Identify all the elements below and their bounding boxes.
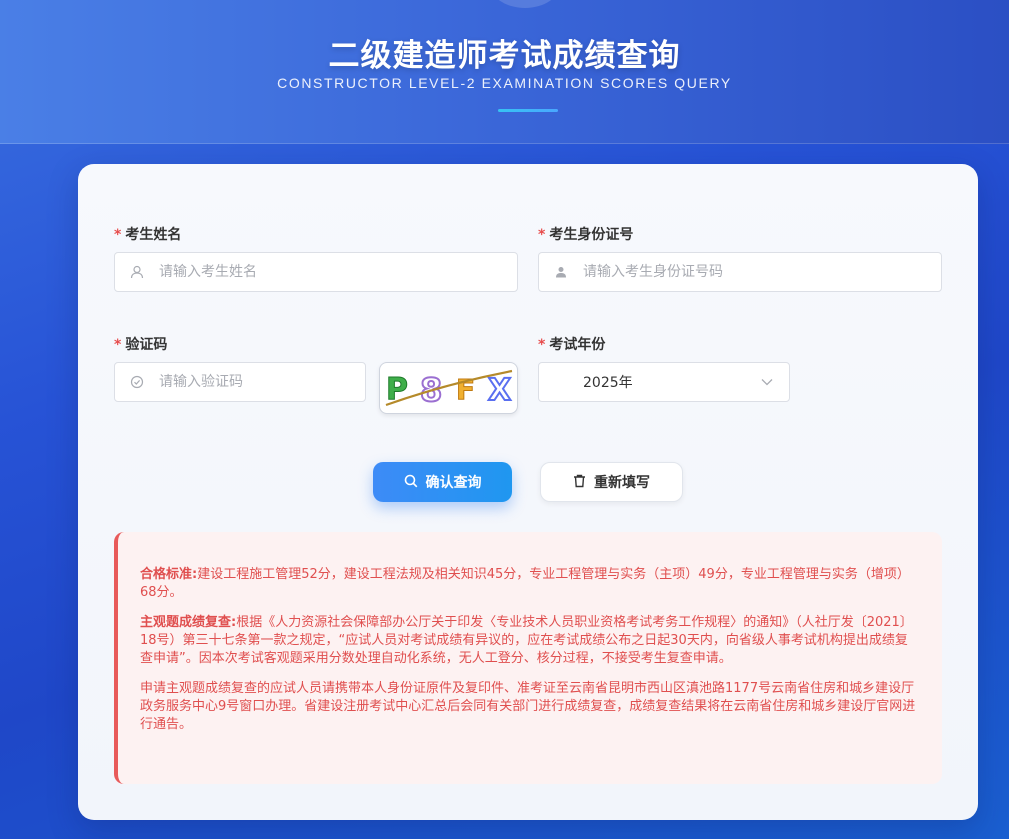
year-selected-value: 2025年 bbox=[583, 375, 633, 391]
check-circle-icon bbox=[115, 362, 159, 402]
name-label: * 考生姓名 bbox=[114, 227, 182, 243]
submit-query-label: 确认查询 bbox=[425, 474, 482, 490]
reset-label: 重新填写 bbox=[594, 474, 650, 490]
required-mark: * bbox=[538, 227, 546, 243]
score-review-text: 主观题成绩复查:根据《人力资源社会保障部办公厅关于印发〈专业技术人员职业资格考试… bbox=[140, 615, 913, 666]
captcha-label: * 验证码 bbox=[114, 337, 168, 353]
submit-query-button[interactable]: 确认查询 bbox=[373, 462, 512, 502]
captcha-char-4: X bbox=[488, 373, 511, 408]
year-select[interactable]: 2025年 bbox=[538, 362, 790, 402]
header-decoration bbox=[490, 0, 560, 8]
chevron-down-icon bbox=[761, 374, 773, 390]
user-icon bbox=[115, 252, 159, 292]
passing-standard-text: 合格标准:建设工程施工管理52分，建设工程法规及相关知识45分，专业工程管理与实… bbox=[140, 567, 910, 600]
required-mark: * bbox=[538, 337, 546, 353]
required-mark: * bbox=[114, 337, 122, 353]
page-title: 二级建造师考试成绩查询 bbox=[328, 38, 681, 74]
page-header: 二级建造师考试成绩查询 CONSTRUCTOR LEVEL-2 EXAMINAT… bbox=[0, 0, 1009, 144]
id-number-label: * 考生身份证号 bbox=[538, 227, 634, 243]
captcha-field[interactable] bbox=[114, 362, 366, 402]
captcha-char-3: F bbox=[456, 373, 475, 406]
id-number-input[interactable] bbox=[583, 253, 941, 291]
captcha-image[interactable]: P 8 F X bbox=[379, 362, 518, 414]
year-label: * 考试年份 bbox=[538, 337, 606, 353]
search-icon bbox=[404, 474, 418, 491]
name-input[interactable] bbox=[159, 253, 517, 291]
required-mark: * bbox=[114, 227, 122, 243]
reset-button[interactable]: 重新填写 bbox=[540, 462, 683, 502]
trash-icon bbox=[573, 474, 586, 491]
captcha-input[interactable] bbox=[159, 363, 365, 401]
person-icon bbox=[539, 252, 583, 292]
query-form-card: *考生姓名 *考生身份证号 *验证码 P 8 F X bbox=[78, 164, 978, 820]
title-underline bbox=[498, 109, 558, 112]
review-procedure-text: 申请主观题成绩复查的应试人员请携带本人身份证原件及复印件、准考证至云南省昆明市西… bbox=[140, 681, 916, 732]
page-subtitle: CONSTRUCTOR LEVEL-2 EXAMINATION SCORES Q… bbox=[277, 75, 732, 91]
notice-panel: 合格标准:建设工程施工管理52分，建设工程法规及相关知识45分，专业工程管理与实… bbox=[114, 532, 942, 784]
name-field[interactable] bbox=[114, 252, 518, 292]
id-number-field[interactable] bbox=[538, 252, 942, 292]
